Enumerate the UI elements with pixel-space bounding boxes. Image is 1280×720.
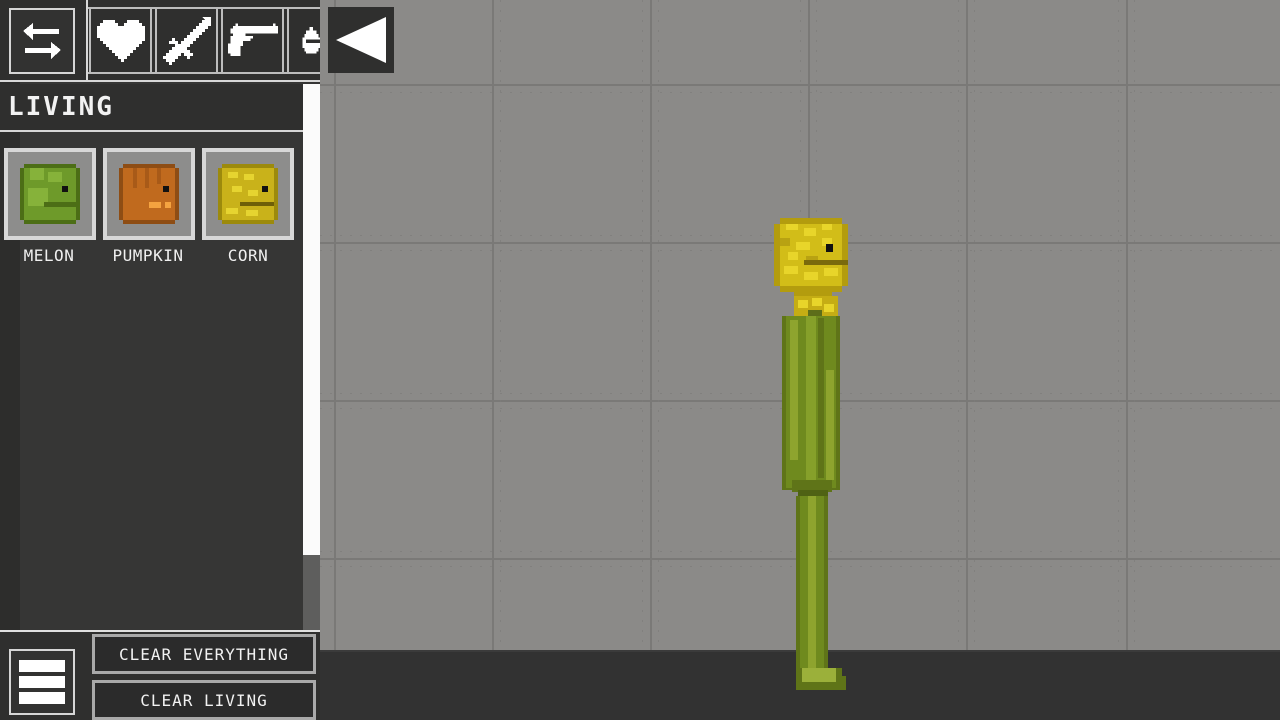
corn-head[interactable] [774,218,848,298]
category-header: LIVING [0,84,303,132]
tab-living[interactable] [89,9,152,72]
hamburger-menu-icon [19,660,65,704]
category-title: LIVING [8,92,114,122]
item-label-corn: CORN [227,246,269,265]
tab-firearms[interactable] [221,9,284,72]
main-menu-button[interactable] [9,649,75,715]
pumpkin-head-icon [119,164,179,224]
clear-living-button[interactable]: CLEAR LIVING [92,680,316,720]
toolbar-separator [86,0,88,82]
grid-line [966,0,968,650]
grid-line [1126,0,1128,650]
corn-leg[interactable] [796,496,848,693]
corn-person[interactable] [774,218,854,693]
item-label-melon: MELON [23,246,75,265]
grid-rivets [1118,0,1119,650]
grid-rivets [974,0,975,650]
item-corn[interactable] [202,148,294,240]
tabstrip-border [88,72,320,74]
collapse-triangle-icon [336,17,386,63]
swap-button[interactable] [9,8,75,74]
tab-melee[interactable] [155,9,218,72]
item-melon[interactable] [4,148,96,240]
sword-icon [162,16,211,65]
grid-rivets [642,0,643,650]
grid-line [492,0,494,650]
scrollbar-thumb[interactable] [303,84,320,555]
explosive-icon [302,26,320,53]
grid-line [650,0,652,650]
swap-arrows-icon [23,23,61,59]
corn-head-icon [218,164,278,224]
corn-torso[interactable] [782,300,840,500]
collapse-panel-button[interactable] [328,7,394,73]
grid-rivets [658,0,659,650]
grid-rivets [958,0,959,650]
item-pumpkin[interactable] [103,148,195,240]
item-label-pumpkin: PUMPKIN [112,246,184,265]
tab-explosives[interactable] [287,9,320,72]
toolbar-divider [0,80,320,82]
grid-rivets [1134,0,1135,650]
clear-everything-button[interactable]: CLEAR EVERYTHING [92,634,316,674]
melon-head-icon [20,164,80,224]
grid-rivets [500,0,501,650]
grid-rivets [320,92,1280,93]
heart-icon [96,19,145,62]
gun-icon [227,23,278,56]
grid-line [334,0,336,650]
